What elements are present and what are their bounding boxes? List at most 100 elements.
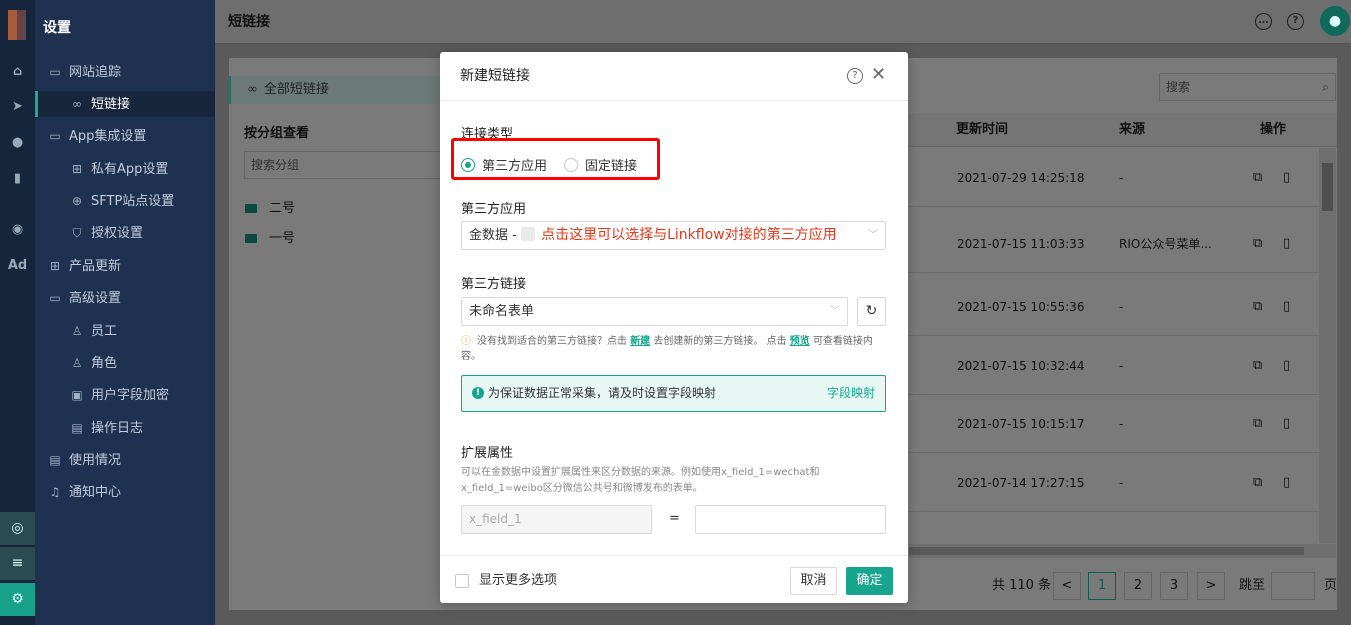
- shield-icon: ⛉: [72, 226, 82, 240]
- send-icon[interactable]: ➤: [0, 97, 35, 117]
- confirm-button[interactable]: 确定: [846, 567, 893, 595]
- top-bar: 短链接 … ? ●: [215, 0, 1351, 44]
- folder-icon: ▭: [49, 65, 61, 79]
- column-header-source: 来源: [1119, 122, 1146, 137]
- more-options-checkbox[interactable]: [455, 574, 469, 588]
- third-party-link-label: 第三方链接: [461, 277, 527, 292]
- radio-fixed-link[interactable]: 固定链接: [564, 155, 637, 174]
- jump-page-input[interactable]: [1271, 572, 1315, 600]
- sidebar-item-notifications[interactable]: ♫ 通知中心: [35, 479, 215, 505]
- table-row: 2021-07-29 14:25:18 - ⧉ ▯: [909, 149, 1319, 207]
- bar-chart-icon[interactable]: ▮: [0, 169, 35, 189]
- copy-icon[interactable]: ▯: [1283, 395, 1290, 453]
- sidebar-item-operation-log[interactable]: ▤ 操作日志: [35, 415, 215, 441]
- link-hint: ⓘ 没有找到适合的第三方链接？点击 新建 去创建新的第三方链接。 点击 预览 可查…: [461, 336, 873, 362]
- user-group-icon: ♙: [71, 356, 83, 370]
- dialog-header: 新建短链接 ? ✕: [440, 52, 908, 101]
- database-icon[interactable]: ≡: [0, 547, 35, 580]
- sidebar-title: 设置: [43, 20, 71, 36]
- wechat-icon[interactable]: ◉: [0, 220, 35, 240]
- table-row: 2021-07-15 10:15:17 - ⧉ ▯: [909, 395, 1319, 453]
- edit-icon[interactable]: ⧉: [1253, 278, 1262, 336]
- group-item[interactable]: 一号: [245, 227, 295, 246]
- page-button[interactable]: 1: [1088, 572, 1116, 600]
- sidebar-item-website-tracking[interactable]: ▭ 网站追踪: [35, 59, 215, 85]
- edit-icon[interactable]: ⧉: [1253, 395, 1262, 453]
- sidebar-item-private-app[interactable]: ⊞ 私有App设置: [35, 156, 215, 182]
- help-icon[interactable]: ?: [1287, 13, 1304, 30]
- edit-icon[interactable]: ⧉: [1253, 454, 1262, 512]
- folder-icon: ▭: [49, 291, 61, 305]
- sidebar-item-staff[interactable]: ♙ 员工: [35, 318, 215, 344]
- table-row: 2021-07-14 17:27:15 - ⧉ ▯: [909, 454, 1319, 512]
- folder-icon: [245, 234, 257, 243]
- horizontal-scrollbar[interactable]: [909, 544, 1336, 558]
- edit-icon[interactable]: ⧉: [1253, 337, 1262, 395]
- sidebar-item-short-link[interactable]: ∞ 短链接: [35, 91, 215, 117]
- page-button[interactable]: 3: [1160, 572, 1188, 600]
- third-party-app-select[interactable]: 金数据 - 点击这里可以选择与Linkflow对接的第三方应用 ﹀: [461, 221, 886, 250]
- preview-link[interactable]: 预览: [790, 336, 810, 347]
- sidebar-item-roles[interactable]: ♙ 角色: [35, 350, 215, 376]
- create-link[interactable]: 新建: [630, 336, 650, 347]
- table-search-input[interactable]: 搜索 ⌕: [1159, 73, 1336, 101]
- grid-icon: ⊞: [71, 162, 83, 176]
- extended-attributes-label: 扩展属性: [461, 446, 514, 461]
- sidebar-item-app-integration[interactable]: ▭ App集成设置: [35, 123, 215, 149]
- user-icon[interactable]: ●: [0, 133, 35, 153]
- scrollbar-thumb[interactable]: [1322, 163, 1333, 211]
- folder-icon: ▭: [49, 129, 61, 143]
- prev-page-button[interactable]: <: [1053, 572, 1081, 600]
- group-search-input[interactable]: 搜索分组: [244, 151, 444, 179]
- sidebar-item-field-encryption[interactable]: ▣ 用户字段加密: [35, 382, 215, 408]
- log-icon: ▤: [71, 421, 83, 435]
- sidebar-item-advanced[interactable]: ▭ 高级设置: [35, 285, 215, 311]
- attribute-value-input[interactable]: [695, 505, 886, 534]
- chat-icon[interactable]: …: [1255, 13, 1272, 30]
- close-icon[interactable]: ✕: [871, 65, 886, 85]
- attribute-key-input[interactable]: x_field_1: [461, 505, 652, 534]
- ad-icon[interactable]: Ad: [0, 256, 35, 276]
- grid-icon: ⊞: [49, 259, 61, 273]
- sidebar-item-sftp[interactable]: ⊕ SFTP站点设置: [35, 188, 215, 214]
- settings-gear-icon[interactable]: ⚙: [0, 583, 35, 616]
- table-row: 2021-07-15 11:03:33 RIO公众号菜单... ⧉ ▯: [909, 215, 1319, 273]
- next-page-button[interactable]: >: [1197, 572, 1225, 600]
- edit-icon[interactable]: ⧉: [1253, 215, 1262, 273]
- sidebar-item-authorization[interactable]: ⛉ 授权设置: [35, 220, 215, 246]
- avatar[interactable]: ●: [1320, 6, 1350, 36]
- copy-icon[interactable]: ▯: [1283, 337, 1290, 395]
- radio-third-party-app[interactable]: 第三方应用: [461, 155, 547, 174]
- team-icon[interactable]: ◎: [0, 512, 35, 545]
- info-icon: !: [472, 387, 484, 399]
- sidebar-item-usage[interactable]: ▤ 使用情况: [35, 447, 215, 473]
- radio-checked-icon: [461, 158, 475, 172]
- cancel-button[interactable]: 取消: [790, 567, 837, 595]
- refresh-button[interactable]: ↻: [857, 297, 886, 326]
- equals-sign: =: [669, 511, 680, 526]
- settings-sidebar: 设置 ▭ 网站追踪 ∞ 短链接 ▭ App集成设置 ⊞ 私有App设置 ⊕ SFTP站点设…: [35, 0, 215, 625]
- edit-icon[interactable]: ⧉: [1253, 149, 1262, 207]
- copy-icon[interactable]: ▯: [1283, 454, 1290, 512]
- copy-icon[interactable]: ▯: [1283, 149, 1290, 207]
- third-party-link-select[interactable]: 未命名表单 ﹀: [461, 297, 848, 326]
- help-icon[interactable]: ?: [847, 68, 863, 84]
- more-options-label[interactable]: 显示更多选项: [479, 556, 557, 606]
- group-item[interactable]: 二号: [245, 197, 295, 216]
- home-icon[interactable]: ⌂: [0, 62, 35, 82]
- field-mapping-link[interactable]: 字段映射: [827, 376, 875, 411]
- refresh-icon: ↻: [865, 303, 878, 319]
- extended-attributes-description: 可以在金数据中设置扩展属性来区分数据的来源。例如使用x_field_1=wech…: [461, 467, 820, 494]
- tab-all-short-links[interactable]: ∞ 全部短链接: [229, 76, 441, 104]
- field-mapping-notice: ! 为保证数据正常采集，请及时设置字段映射 字段映射: [461, 375, 886, 412]
- chart-doc-icon: ▤: [49, 453, 61, 467]
- new-short-link-dialog: 新建短链接 ? ✕ 连接类型 第三方应用 固定链接 第三方应用 金数据 - 点击…: [440, 52, 908, 603]
- copy-icon[interactable]: ▯: [1283, 278, 1290, 336]
- redacted-text: [520, 227, 535, 241]
- group-title: 按分组查看: [244, 126, 310, 141]
- vertical-scrollbar[interactable]: [1319, 148, 1336, 543]
- sidebar-item-product-updates[interactable]: ⊞ 产品更新: [35, 253, 215, 279]
- copy-icon[interactable]: ▯: [1283, 215, 1290, 273]
- page-button[interactable]: 2: [1124, 572, 1152, 600]
- scrollbar-thumb[interactable]: [909, 547, 1304, 555]
